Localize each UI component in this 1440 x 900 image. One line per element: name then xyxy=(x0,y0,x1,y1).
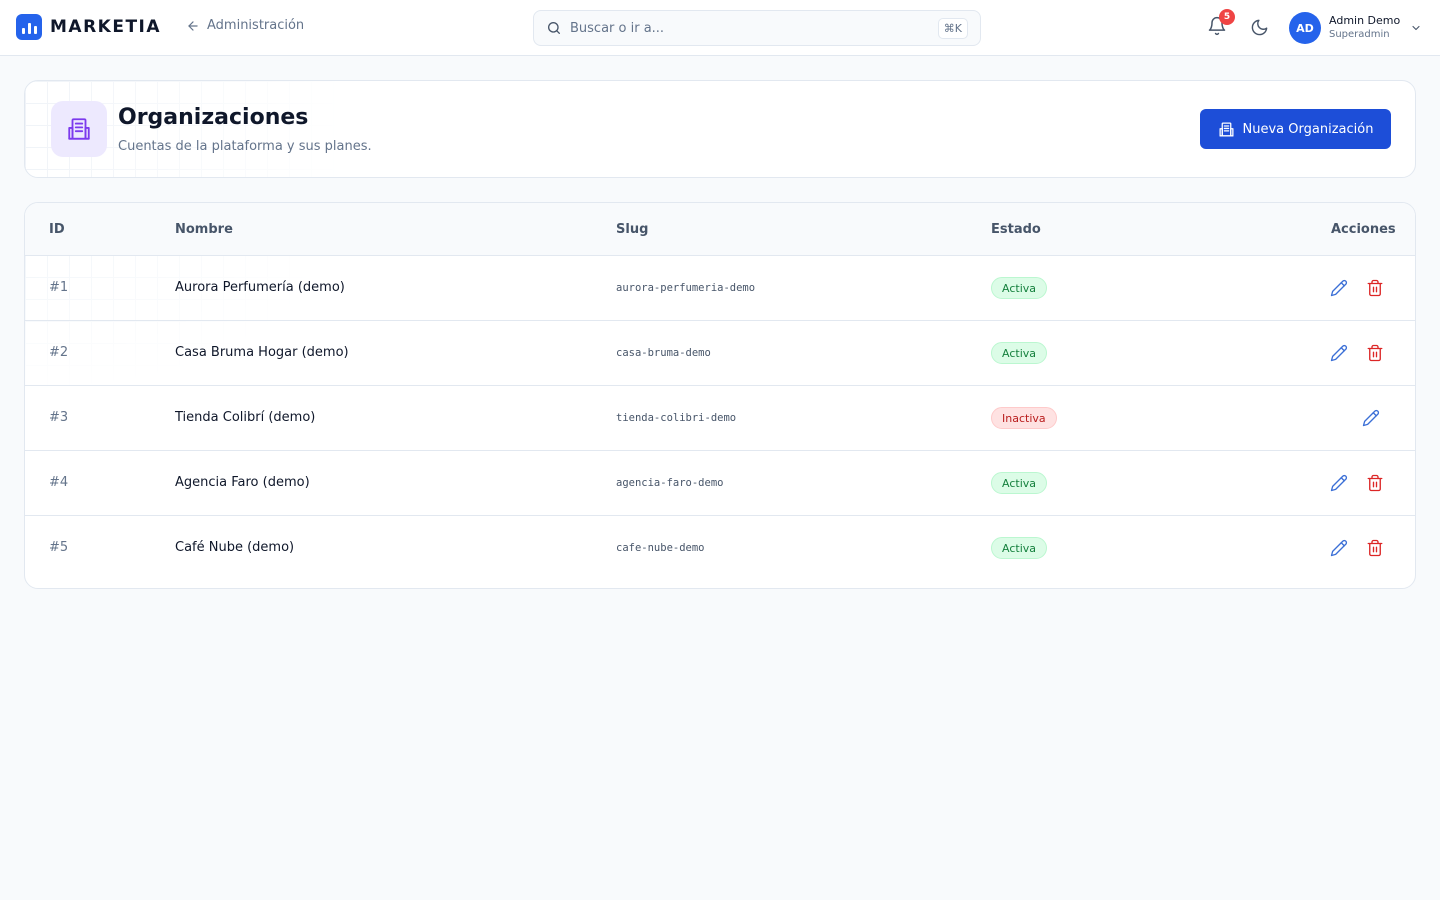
status-badge: Activa xyxy=(991,472,1047,494)
search-box[interactable]: ⌘K xyxy=(533,10,981,46)
user-menu[interactable]: AD Admin Demo Superadmin xyxy=(1289,12,1422,44)
brand-logo[interactable]: MARKETIA xyxy=(16,14,161,40)
notifications-button[interactable]: 5 xyxy=(1207,9,1235,38)
row-name: Tienda Colibrí (demo) xyxy=(175,410,316,425)
organizations-table: ID Nombre Slug Estado Acciones #1 Aurora… xyxy=(24,202,1416,589)
trash-icon[interactable] xyxy=(1366,344,1384,362)
row-name: Agencia Faro (demo) xyxy=(175,475,310,490)
notification-count-badge: 5 xyxy=(1219,9,1235,25)
building-icon xyxy=(1219,121,1234,137)
user-name: Admin Demo xyxy=(1329,14,1401,27)
row-id: #3 xyxy=(49,410,69,425)
edit-icon[interactable] xyxy=(1330,344,1348,362)
table-row[interactable]: #5 Café Nube (demo) cafe-nube-demo Activ… xyxy=(25,516,1415,581)
trash-icon[interactable] xyxy=(1366,474,1384,492)
search-input[interactable] xyxy=(570,20,938,36)
user-role: Superadmin xyxy=(1329,29,1390,40)
row-name: Casa Bruma Hogar (demo) xyxy=(175,345,349,360)
row-name: Café Nube (demo) xyxy=(175,540,295,555)
top-bar: MARKETIA Administración ⌘K 5 AD Admin De… xyxy=(0,0,1440,56)
new-organization-button[interactable]: Nueva Organización xyxy=(1200,109,1391,149)
new-organization-label: Nueva Organización xyxy=(1242,121,1374,137)
row-id: #5 xyxy=(49,540,69,555)
page-subtitle: Cuentas de la plataforma y sus planes. xyxy=(118,139,372,154)
theme-toggle-button[interactable] xyxy=(1250,18,1270,38)
row-slug: agencia-faro-demo xyxy=(616,477,724,489)
status-badge: Activa xyxy=(991,537,1047,559)
edit-icon[interactable] xyxy=(1362,409,1380,427)
column-header-status[interactable]: Estado xyxy=(991,222,1041,237)
edit-icon[interactable] xyxy=(1330,539,1348,557)
column-header-name[interactable]: Nombre xyxy=(175,222,233,237)
edit-icon[interactable] xyxy=(1330,279,1348,297)
back-link[interactable]: Administración xyxy=(186,18,304,33)
back-link-label: Administración xyxy=(207,18,305,33)
column-header-id[interactable]: ID xyxy=(49,222,65,237)
table-row[interactable]: #3 Tienda Colibrí (demo) tienda-colibri-… xyxy=(25,386,1415,451)
status-badge: Activa xyxy=(991,342,1047,364)
moon-icon xyxy=(1251,19,1268,36)
row-id: #1 xyxy=(49,280,69,295)
search-shortcut: ⌘K xyxy=(937,17,968,39)
page-header-card: Organizaciones Cuentas de la plataforma … xyxy=(24,80,1416,178)
avatar: AD xyxy=(1289,12,1321,44)
row-slug: casa-bruma-demo xyxy=(616,347,711,359)
table-row[interactable]: #2 Casa Bruma Hogar (demo) casa-bruma-de… xyxy=(25,321,1415,386)
table-header: ID Nombre Slug Estado Acciones xyxy=(25,203,1415,256)
trash-icon[interactable] xyxy=(1366,279,1384,297)
row-name: Aurora Perfumería (demo) xyxy=(175,280,345,295)
table-row[interactable]: #4 Agencia Faro (demo) agencia-faro-demo… xyxy=(25,451,1415,516)
column-header-actions: Acciones xyxy=(1331,222,1396,237)
row-slug: cafe-nube-demo xyxy=(616,542,705,554)
arrow-left-icon xyxy=(188,20,198,31)
edit-icon[interactable] xyxy=(1330,474,1348,492)
chevron-down-icon xyxy=(1412,25,1420,31)
row-slug: tienda-colibri-demo xyxy=(616,412,737,424)
chart-bars-icon xyxy=(16,14,42,40)
row-id: #2 xyxy=(49,345,69,360)
column-header-slug[interactable]: Slug xyxy=(616,222,648,237)
trash-icon[interactable] xyxy=(1366,539,1384,557)
brand-name: MARKETIA xyxy=(50,17,162,37)
status-badge: Activa xyxy=(991,277,1047,299)
row-id: #4 xyxy=(49,475,69,490)
status-badge: Inactiva xyxy=(991,407,1057,429)
building-icon xyxy=(51,101,107,157)
table-row[interactable]: #1 Aurora Perfumería (demo) aurora-perfu… xyxy=(25,256,1415,321)
row-slug: aurora-perfumeria-demo xyxy=(616,282,756,294)
page-title: Organizaciones xyxy=(118,105,309,130)
search-icon xyxy=(548,22,560,34)
